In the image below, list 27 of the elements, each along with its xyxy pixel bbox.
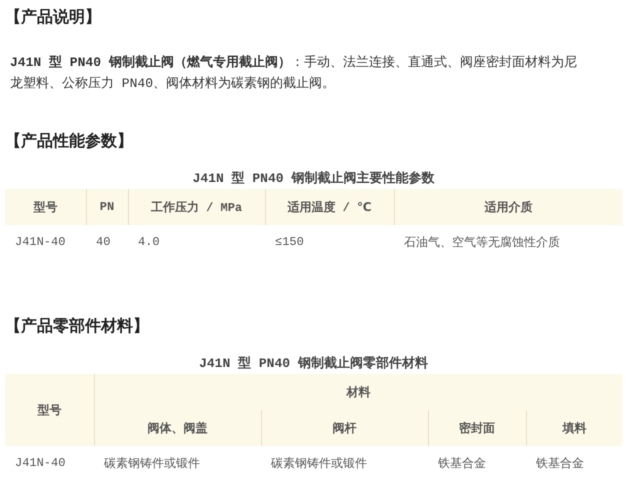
table-cell: 铁基合金 [526,446,622,476]
column-header: 适用介质 [394,189,622,225]
column-header: 密封面 [428,410,526,446]
table-cell: J41N-40 [5,446,94,476]
description-paragraph: J41N 型 PN40 钢制截止阀（燃气专用截止阀）：手动、法兰连接、直通式、阀座密封面材料为尼龙塑料、公称压力 PN40、阀体材料为碳素钢的截止阀。 [10,54,578,93]
section-heading: 【产品说明】 [5,6,102,28]
column-header: 材料 [94,374,622,410]
column-header: 型号 [5,189,86,225]
table-caption: J41N 型 PN40 钢制截止阀主要性能参数 [192,170,436,188]
table-cell: J41N-40 [5,225,86,255]
column-header: 适用温度 / ℃ [265,189,394,225]
column-header: 填料 [526,410,622,446]
table-cell: ≤150 [265,225,394,255]
table-cell: 4.0 [128,225,265,255]
column-header: 阀杆 [261,410,428,446]
table-caption: J41N 型 PN40 钢制截止阀零部件材料 [198,354,429,373]
table-cell: 碳素钢铸件或锻件 [94,446,261,476]
table-cell: 铁基合金 [428,446,526,476]
column-header: PN [86,189,128,225]
table-cell: 石油气、空气等无腐蚀性介质 [394,225,622,255]
column-header: 阀体、阀盖 [94,410,261,446]
column-header: 型号 [5,374,94,446]
column-header: 工作压力 / MPa [128,189,265,225]
table-cell: 碳素钢铸件或锻件 [261,446,428,476]
section-heading: 【产品零部件材料】 [5,315,150,337]
table-cell: 40 [86,225,128,255]
section-heading: 【产品性能参数】 [5,130,134,152]
